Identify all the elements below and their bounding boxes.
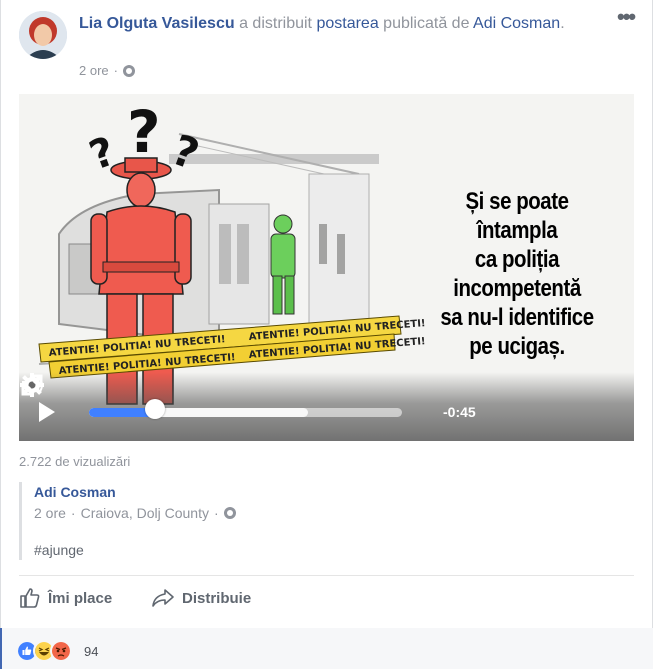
caption-line: sa nu-l identifice xyxy=(440,304,594,331)
header-period: . xyxy=(560,15,565,32)
shared-time[interactable]: 2 ore xyxy=(34,505,66,521)
caption-line: întampla xyxy=(476,217,558,244)
post-meta: 2 ore · xyxy=(79,63,135,78)
post-link[interactable]: postarea xyxy=(316,15,378,32)
time-remaining: -0:45 xyxy=(443,404,476,420)
shared-location[interactable]: Craiova, Dolj County xyxy=(81,505,209,521)
author-name[interactable]: Lia Olguta Vasilescu xyxy=(79,15,235,32)
like-label: Îmi place xyxy=(48,589,113,607)
globe-icon[interactable] xyxy=(122,64,135,77)
reaction-count[interactable]: 94 xyxy=(84,644,98,659)
published-by-text: publicată de xyxy=(383,15,470,32)
shared-text: a distribuit xyxy=(239,15,312,32)
caption-line: incompetentă xyxy=(453,275,581,302)
post-header: Lia Olguta Vasilescu a distribuit postar… xyxy=(79,12,579,35)
scrubber-handle[interactable] xyxy=(144,399,165,419)
post-time[interactable]: 2 ore xyxy=(79,63,109,78)
caption-line: Și se poate xyxy=(465,188,569,215)
shared-post-border xyxy=(19,482,22,560)
avatar[interactable] xyxy=(19,11,67,59)
more-options-icon[interactable]: ••• xyxy=(617,6,636,28)
caption-line: pe ucigaș. xyxy=(469,333,565,360)
video-controls: -0:45 xyxy=(19,372,634,441)
reaction-icons[interactable] xyxy=(16,640,72,662)
share-arrow-icon xyxy=(152,589,174,607)
svg-text:?: ? xyxy=(127,98,161,166)
avatar-image xyxy=(19,11,67,59)
shared-author[interactable]: Adi Cosman xyxy=(34,484,116,500)
share-label: Distribuie xyxy=(182,589,252,607)
video-caption: Și se poate întampla ca poliția incompet… xyxy=(402,187,632,361)
globe-icon[interactable] xyxy=(223,507,236,519)
like-button[interactable]: Îmi place xyxy=(19,587,112,609)
fullscreen-icon[interactable] xyxy=(19,372,45,398)
play-icon[interactable] xyxy=(39,402,55,422)
shared-meta: 2 ore · Craiova, Dolj County · xyxy=(34,505,236,521)
video-player[interactable]: ? ? ? ATENTIE! POLITIA! NU TRECETI! ATEN… xyxy=(19,94,634,441)
thumbs-up-icon xyxy=(20,588,40,608)
caption-line: ca poliția xyxy=(474,246,560,273)
meta-separator: · xyxy=(70,505,76,521)
divider xyxy=(19,575,634,576)
hashtag[interactable]: #ajunge xyxy=(34,542,84,558)
post-card: Lia Olguta Vasilescu a distribuit postar… xyxy=(0,0,653,629)
meta-separator: · xyxy=(113,63,118,78)
angry-icon xyxy=(50,640,72,662)
view-count: 2.722 de vizualizări xyxy=(19,454,131,469)
share-button[interactable]: Distribuie xyxy=(151,587,251,609)
original-author-link[interactable]: Adi Cosman xyxy=(473,15,560,32)
progress-track[interactable] xyxy=(89,408,402,417)
meta-separator: · xyxy=(213,505,219,521)
